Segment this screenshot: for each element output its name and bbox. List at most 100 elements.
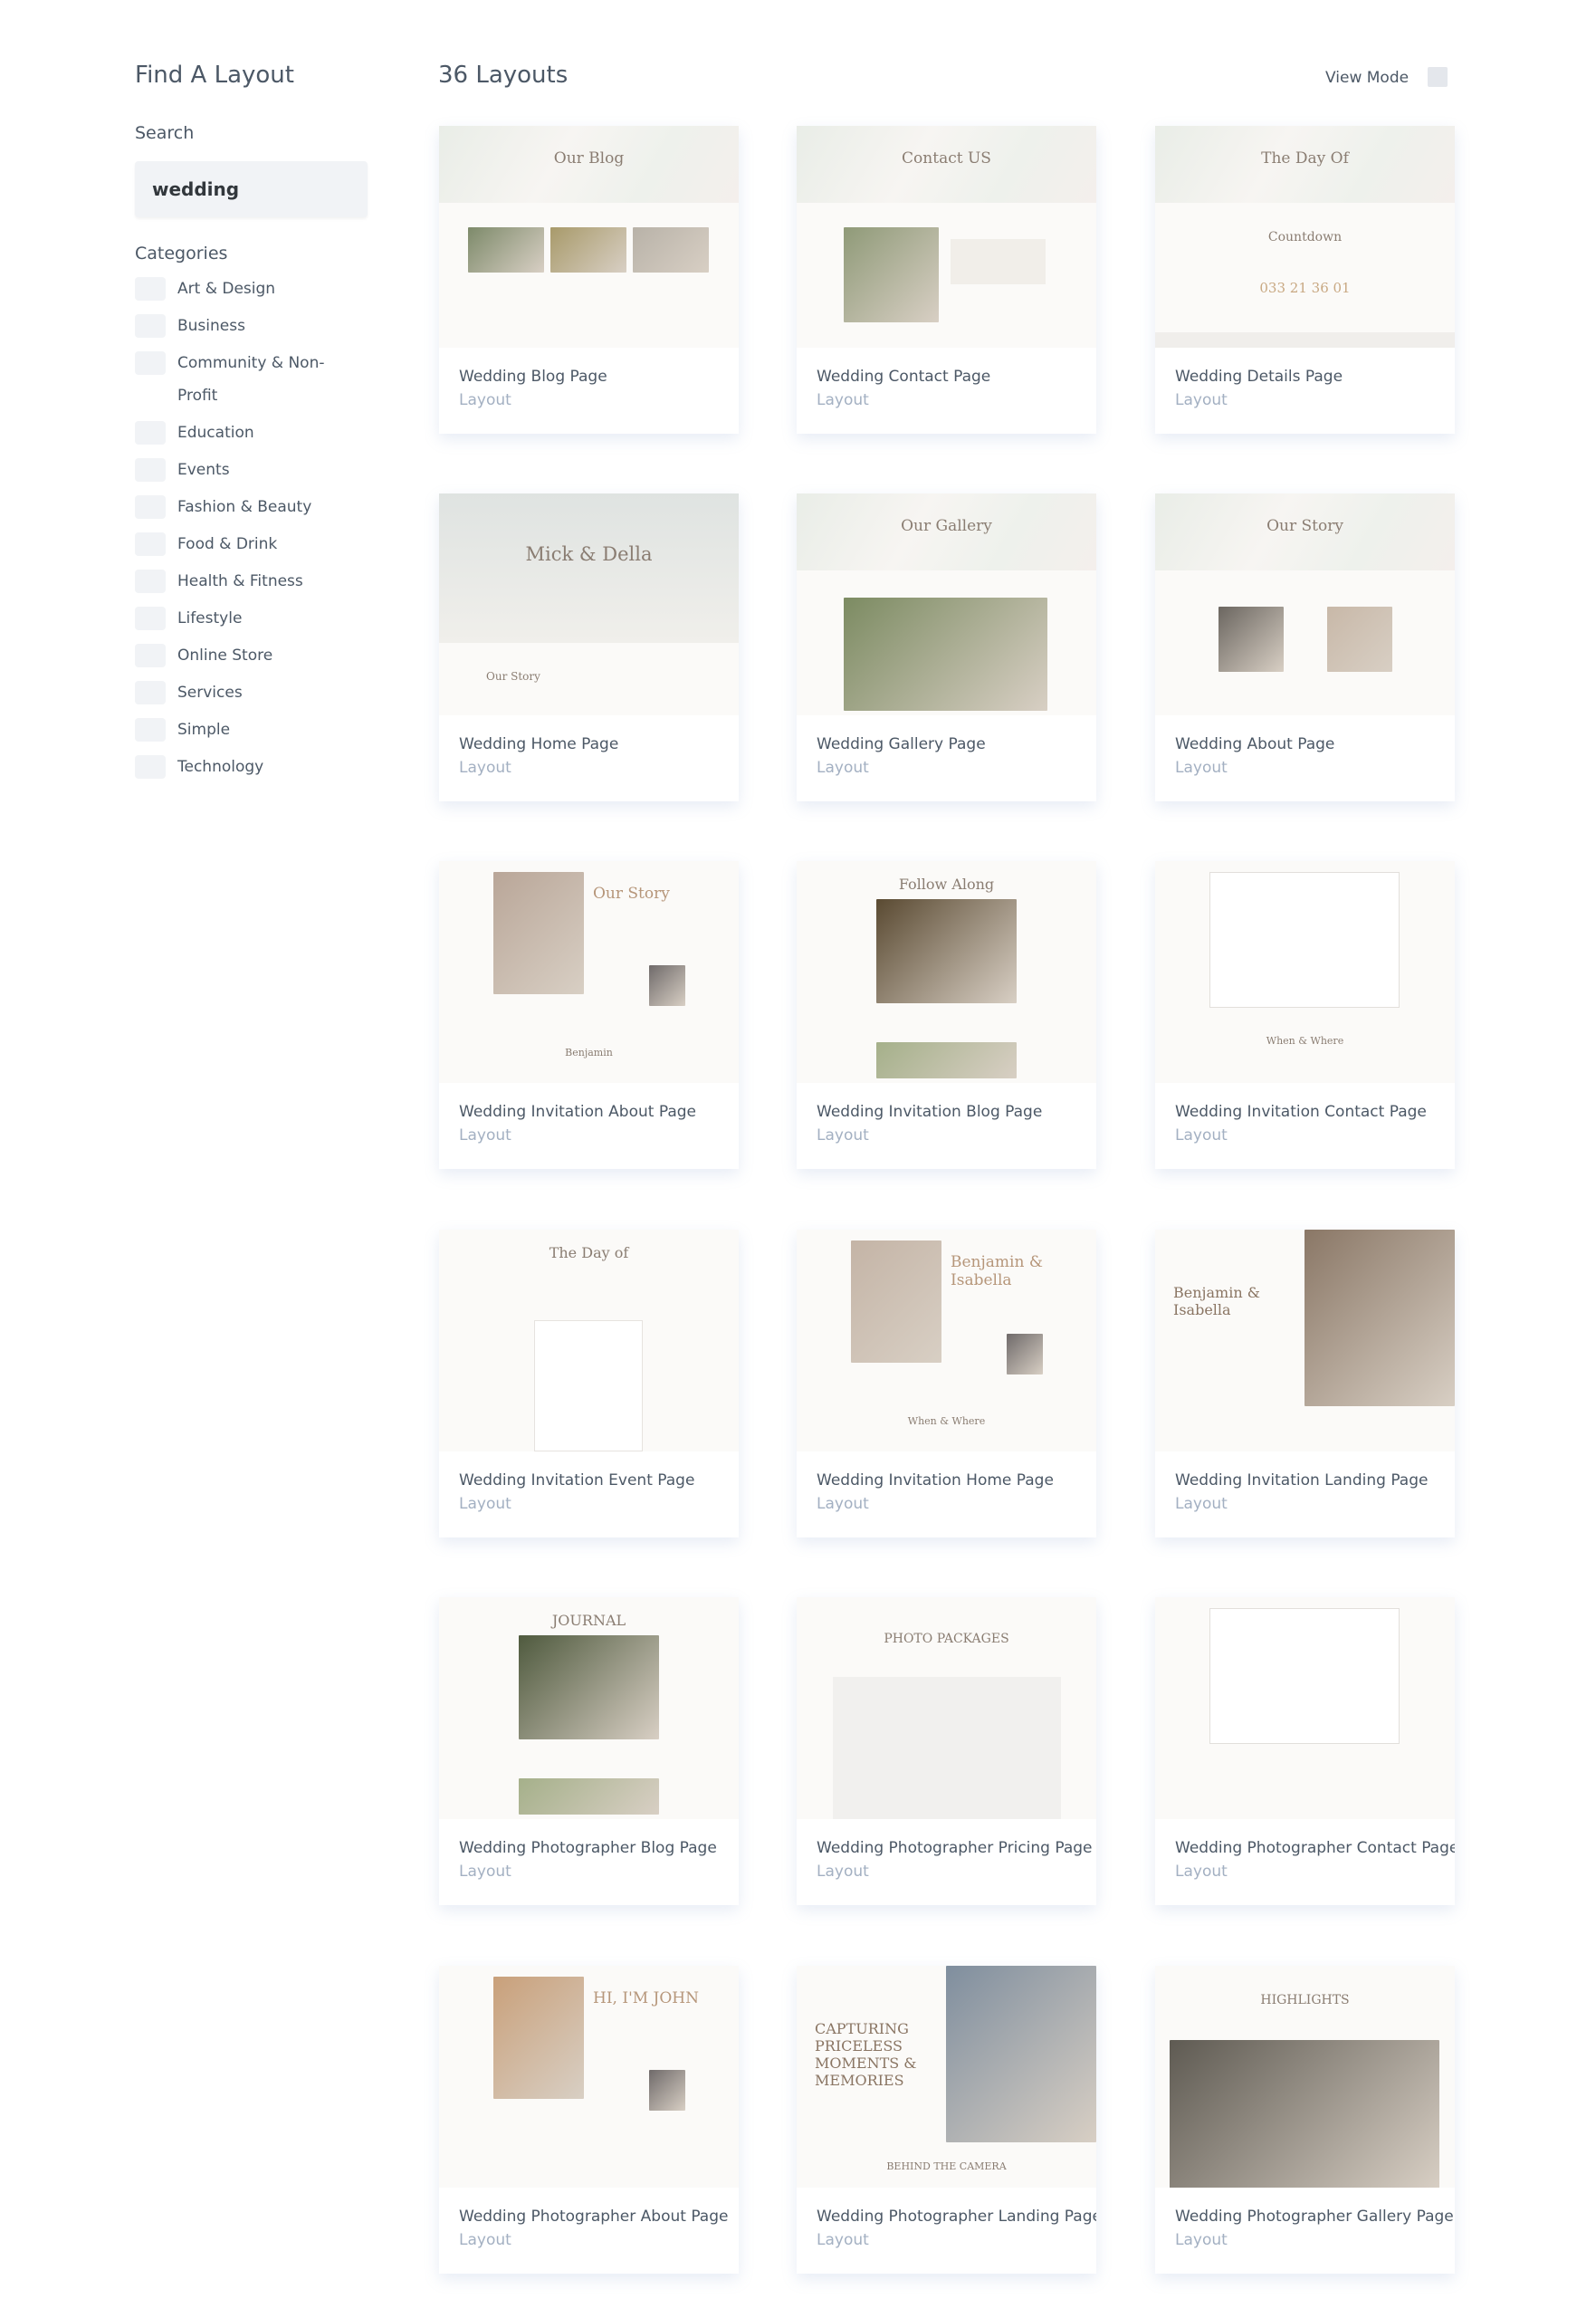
layout-type: Layout bbox=[817, 2231, 869, 2249]
preview-heading: HIGHLIGHTS bbox=[1260, 1993, 1350, 2007]
layout-type: Layout bbox=[1175, 1495, 1228, 1513]
layout-preview: GET IN TOUCH bbox=[1155, 1597, 1455, 1819]
category-checkbox[interactable] bbox=[135, 570, 166, 593]
preview-image bbox=[468, 227, 544, 273]
layout-card[interactable]: HIGHLIGHTS Wedding Photographer Gallery … bbox=[1155, 1966, 1455, 2274]
category-item[interactable]: Simple bbox=[135, 718, 406, 746]
preview-subheading: BEHIND THE CAMERA bbox=[886, 2160, 1007, 2172]
category-checkbox[interactable] bbox=[135, 607, 166, 630]
layout-card[interactable]: HI, I'M JOHN Wedding Photographer About … bbox=[439, 1966, 739, 2274]
preview-image bbox=[1219, 607, 1284, 672]
preview-image bbox=[1305, 1230, 1455, 1406]
layout-preview: HI, I'M JOHN bbox=[439, 1966, 739, 2188]
category-item[interactable]: Health & Fitness bbox=[135, 570, 406, 598]
layout-card[interactable]: Mick & Della Our Story Wedding Home Page … bbox=[439, 493, 739, 801]
layout-type: Layout bbox=[817, 759, 869, 777]
layout-card[interactable]: JOURNAL Wedding Photographer Blog Page L… bbox=[439, 1597, 739, 1905]
layout-preview: The Day Of Countdown 033 21 36 01 bbox=[1155, 126, 1455, 348]
category-label: Services bbox=[177, 684, 243, 702]
category-item[interactable]: Food & Drink bbox=[135, 532, 406, 560]
search-input[interactable] bbox=[135, 161, 368, 217]
category-label: Lifestyle bbox=[177, 609, 243, 627]
preview-image bbox=[519, 1778, 659, 1815]
layout-title: Wedding Photographer Gallery Page bbox=[1175, 2208, 1454, 2226]
category-checkbox[interactable] bbox=[135, 314, 166, 338]
category-label: Simple bbox=[177, 721, 231, 739]
preview-image bbox=[844, 598, 1047, 711]
preview-image bbox=[493, 872, 584, 994]
category-list: Art & Design Business Community & Non-Prof… bbox=[135, 277, 406, 792]
category-item[interactable]: Lifestyle bbox=[135, 607, 406, 635]
layout-preview: CAPTURING PRICELESS MOMENTS & MEMORIES BE… bbox=[797, 1966, 1096, 2188]
layout-preview: Our Story Benjamin bbox=[439, 861, 739, 1083]
category-checkbox[interactable] bbox=[135, 755, 166, 779]
layout-title: Wedding Photographer Pricing Page bbox=[817, 1839, 1093, 1857]
category-item[interactable]: Business bbox=[135, 314, 406, 342]
layout-type: Layout bbox=[1175, 1863, 1228, 1881]
grid-view-icon[interactable] bbox=[1428, 67, 1448, 87]
category-item[interactable]: Online Store bbox=[135, 644, 406, 672]
category-checkbox[interactable] bbox=[135, 532, 166, 556]
category-item[interactable]: Community & Non-Profit bbox=[135, 351, 406, 412]
layout-card[interactable]: The Day of Wedding Invitation Event Page… bbox=[439, 1230, 739, 1537]
layout-card[interactable]: Benjamin & Isabella Wedding Invitation L… bbox=[1155, 1230, 1455, 1537]
layout-card[interactable]: The Day Of Countdown 033 21 36 01 Wedding … bbox=[1155, 126, 1455, 434]
layout-card[interactable]: PHOTO PACKAGES Wedding Photographer Pric… bbox=[797, 1597, 1096, 1905]
category-checkbox[interactable] bbox=[135, 351, 166, 375]
layout-title: Wedding Invitation Home Page bbox=[817, 1471, 1054, 1489]
sidebar-title: Find A Layout bbox=[135, 62, 294, 89]
category-checkbox[interactable] bbox=[135, 681, 166, 704]
layout-preview: Follow Along bbox=[797, 861, 1096, 1083]
category-checkbox[interactable] bbox=[135, 277, 166, 301]
layout-card[interactable]: Our Story Benjamin Wedding Invitation Abo… bbox=[439, 861, 739, 1169]
preview-subheading: Benjamin bbox=[565, 1047, 613, 1058]
layout-card[interactable]: Our Story Wedding About Page Layout bbox=[1155, 493, 1455, 801]
layout-card[interactable]: RSVPWhen & Where Wedding Invitation Cont… bbox=[1155, 861, 1455, 1169]
layout-type: Layout bbox=[817, 1495, 869, 1513]
layout-card[interactable]: Contact US Wedding Contact Page Layout bbox=[797, 126, 1096, 434]
category-checkbox[interactable] bbox=[135, 495, 166, 519]
preview-heading: JOURNAL bbox=[551, 1612, 626, 1629]
category-checkbox[interactable] bbox=[135, 458, 166, 482]
layout-preview: JOURNAL bbox=[439, 1597, 739, 1819]
view-mode-label[interactable]: View Mode bbox=[1325, 69, 1409, 87]
preview-subheading: When & Where bbox=[1266, 1035, 1344, 1047]
layout-type: Layout bbox=[1175, 2231, 1228, 2249]
category-checkbox[interactable] bbox=[135, 644, 166, 667]
layout-type: Layout bbox=[1175, 759, 1228, 777]
category-label: Business bbox=[177, 317, 245, 335]
category-item[interactable]: Services bbox=[135, 681, 406, 709]
preview-image bbox=[649, 2070, 685, 2111]
preview-subheading: Countdown bbox=[1267, 230, 1343, 244]
layout-card[interactable]: Follow Along Wedding Invitation Blog Pag… bbox=[797, 861, 1096, 1169]
category-item[interactable]: Fashion & Beauty bbox=[135, 495, 406, 523]
layout-type: Layout bbox=[817, 1863, 869, 1881]
category-label: Fashion & Beauty bbox=[177, 498, 312, 516]
layout-type: Layout bbox=[459, 1495, 511, 1513]
search-label: Search bbox=[135, 123, 195, 143]
category-item[interactable]: Education bbox=[135, 421, 406, 449]
layout-type: Layout bbox=[1175, 391, 1228, 409]
category-checkbox[interactable] bbox=[135, 718, 166, 742]
preview-subheading: Our Story bbox=[486, 670, 540, 683]
layout-card[interactable]: CAPTURING PRICELESS MOMENTS & MEMORIES BE… bbox=[797, 1966, 1096, 2274]
category-checkbox[interactable] bbox=[135, 421, 166, 445]
layout-card[interactable]: Our Blog Wedding Blog Page Layout bbox=[439, 126, 739, 434]
category-label: Community & Non-Profit bbox=[177, 354, 325, 405]
layout-card[interactable]: GET IN TOUCH Wedding Photographer Contac… bbox=[1155, 1597, 1455, 1905]
preview-image bbox=[633, 227, 709, 273]
preview-image bbox=[1007, 1334, 1043, 1375]
layout-title: Wedding Photographer Landing Page bbox=[817, 2208, 1096, 2226]
layout-card[interactable]: Benjamin & Isabella When & Where Wedding … bbox=[797, 1230, 1096, 1537]
category-item[interactable]: Art & Design bbox=[135, 277, 406, 305]
category-item[interactable]: Events bbox=[135, 458, 406, 486]
layout-type: Layout bbox=[459, 391, 511, 409]
category-label: Art & Design bbox=[177, 280, 276, 298]
layout-card[interactable]: Our Gallery Wedding Gallery Page Layout bbox=[797, 493, 1096, 801]
category-item[interactable]: Technology bbox=[135, 755, 406, 783]
layout-title: Wedding Gallery Page bbox=[817, 735, 986, 753]
layout-preview: The Day of bbox=[439, 1230, 739, 1451]
preview-heading: CAPTURING PRICELESS MOMENTS & MEMORIES bbox=[815, 2020, 917, 2089]
preview-image bbox=[1327, 607, 1392, 672]
preview-heading: Our Story bbox=[1266, 517, 1343, 535]
